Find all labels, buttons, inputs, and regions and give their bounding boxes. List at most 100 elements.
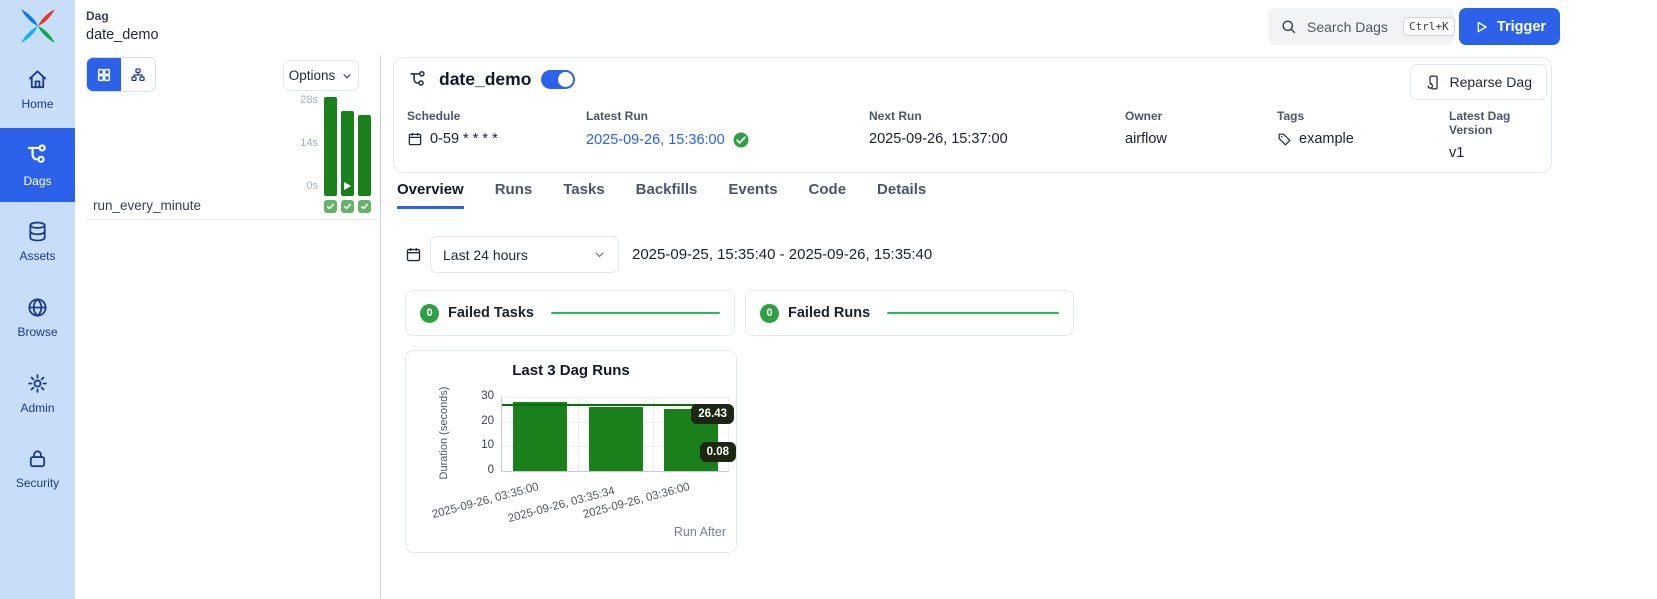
task-state-success-badge[interactable] (324, 200, 337, 213)
field-label: Schedule (407, 109, 498, 123)
breadcrumb-dag-name: date_demo (86, 27, 159, 43)
calendar-icon (405, 246, 422, 263)
sidebar-item-label: Assets (19, 249, 55, 263)
tab-events[interactable]: Events (728, 181, 777, 209)
task-row-label[interactable]: run_every_minute (93, 198, 201, 213)
search-dags-box[interactable]: Ctrl+K (1268, 8, 1454, 45)
sidebar-item-label: Admin (20, 401, 54, 415)
sidebar-item-browse[interactable]: Browse (0, 286, 75, 349)
run-marker-play-icon (344, 182, 351, 190)
chart-x-axis-label: Run After (674, 525, 726, 539)
trend-line (887, 312, 1059, 314)
chart-title: Last 3 Dag Runs (406, 362, 736, 379)
mini-axis-label: 28s (288, 94, 318, 106)
failed-runs-count-badge: 0 (760, 304, 779, 323)
sidebar-item-label: Home (21, 97, 53, 111)
tab-tasks[interactable]: Tasks (563, 181, 604, 209)
sidebar-item-dags[interactable]: Dags (0, 128, 75, 202)
field-tags: Tags example (1277, 109, 1354, 147)
failed-tasks-card: 0 Failed Tasks (405, 290, 735, 336)
sidebar-item-assets[interactable]: Assets (0, 210, 75, 273)
time-range-text: 2025-09-25, 15:35:40 - 2025-09-26, 15:35… (632, 246, 932, 263)
gear-icon (26, 372, 49, 395)
breadcrumb: Dag (86, 9, 109, 23)
field-label: Next Run (869, 109, 1008, 123)
sidebar: Home Dags Assets (0, 0, 75, 599)
graph-view-button[interactable] (121, 58, 155, 91)
y-tick: 10 (464, 439, 494, 451)
tab-code[interactable]: Code (809, 181, 847, 209)
time-filter-row: Last 24 hours 2025-09-25, 15:35:40 - 202… (405, 236, 932, 273)
grid-run-duration-bars (324, 96, 372, 196)
gridline (653, 397, 654, 471)
play-icon (1473, 19, 1489, 35)
y-tick: 20 (464, 415, 494, 427)
field-owner: Owner airflow (1125, 109, 1167, 147)
chart-plot-area: 26.43 0.08 (501, 397, 729, 472)
view-toggle (86, 57, 156, 92)
failed-tasks-count-badge: 0 (420, 304, 439, 323)
tab-runs[interactable]: Runs (495, 181, 533, 209)
options-button[interactable]: Options (283, 60, 359, 91)
time-range-value: Last 24 hours (443, 247, 528, 263)
chevron-down-icon (341, 70, 353, 82)
trigger-button[interactable]: Trigger (1459, 8, 1560, 45)
field-latest-run: Latest Run 2025-09-26, 15:36:00 (586, 109, 750, 149)
graph-icon (130, 67, 146, 83)
search-icon (1280, 18, 1297, 35)
field-label: Latest Run (586, 109, 750, 123)
dag-title: date_demo (439, 69, 531, 90)
trigger-label: Trigger (1497, 19, 1546, 35)
last-dag-runs-chart-card: Last 3 Dag Runs Duration (seconds) 30 20… (405, 350, 737, 553)
trend-line (551, 312, 720, 314)
field-schedule: Schedule 0-59 * * * * (407, 109, 498, 147)
queued-duration-annotation: 0.08 (700, 442, 736, 462)
database-icon (26, 220, 49, 243)
reparse-icon (1425, 74, 1442, 91)
grid-run-bar[interactable] (358, 115, 371, 196)
tab-details[interactable]: Details (877, 181, 926, 209)
grid-icon (96, 67, 112, 83)
dag-enabled-toggle[interactable] (541, 70, 575, 89)
sidebar-item-admin[interactable]: Admin (0, 362, 75, 425)
options-label: Options (289, 68, 336, 83)
dag-icon (408, 69, 429, 90)
globe-icon (26, 296, 49, 319)
failed-tasks-label: Failed Tasks (448, 305, 534, 321)
reparse-dag-button[interactable]: Reparse Dag (1410, 64, 1548, 100)
grid-view-button[interactable] (87, 58, 121, 91)
grid-run-bar[interactable] (341, 111, 354, 196)
gridline (578, 397, 579, 471)
lock-icon (26, 447, 49, 470)
field-latest-dag-version: Latest Dag Version v1 (1449, 109, 1551, 161)
y-tick: 30 (464, 390, 494, 402)
airflow-logo[interactable] (17, 5, 59, 47)
sidebar-item-security[interactable]: Security (0, 437, 75, 500)
grid-run-bar[interactable] (324, 97, 337, 196)
task-state-success-badge[interactable] (341, 200, 354, 213)
task-state-success-badge[interactable] (358, 200, 371, 213)
sidebar-item-label: Dags (23, 174, 51, 188)
field-label: Latest Dag Version (1449, 109, 1551, 137)
check-icon (343, 202, 352, 211)
success-check-icon (732, 131, 750, 149)
failed-runs-card: 0 Failed Runs (745, 290, 1074, 336)
tag-chip[interactable]: example (1299, 131, 1354, 147)
gridline (502, 397, 729, 398)
tab-overview[interactable]: Overview (397, 181, 464, 209)
field-value: airflow (1125, 131, 1167, 147)
tag-icon (1277, 132, 1292, 147)
field-next-run: Next Run 2025-09-26, 15:37:00 (869, 109, 1008, 147)
sidebar-item-home[interactable]: Home (0, 58, 75, 121)
field-label: Owner (1125, 109, 1167, 123)
reparse-label: Reparse Dag (1450, 74, 1533, 90)
panel-divider[interactable] (380, 55, 381, 599)
latest-run-link[interactable]: 2025-09-26, 15:36:00 (586, 132, 725, 148)
dag-run-bar[interactable] (589, 407, 643, 471)
time-range-select[interactable]: Last 24 hours (430, 236, 619, 273)
tab-backfills[interactable]: Backfills (636, 181, 698, 209)
dag-run-bar[interactable] (513, 402, 567, 471)
home-icon (26, 68, 49, 91)
sidebar-item-label: Browse (17, 325, 57, 339)
search-input[interactable] (1305, 18, 1395, 36)
